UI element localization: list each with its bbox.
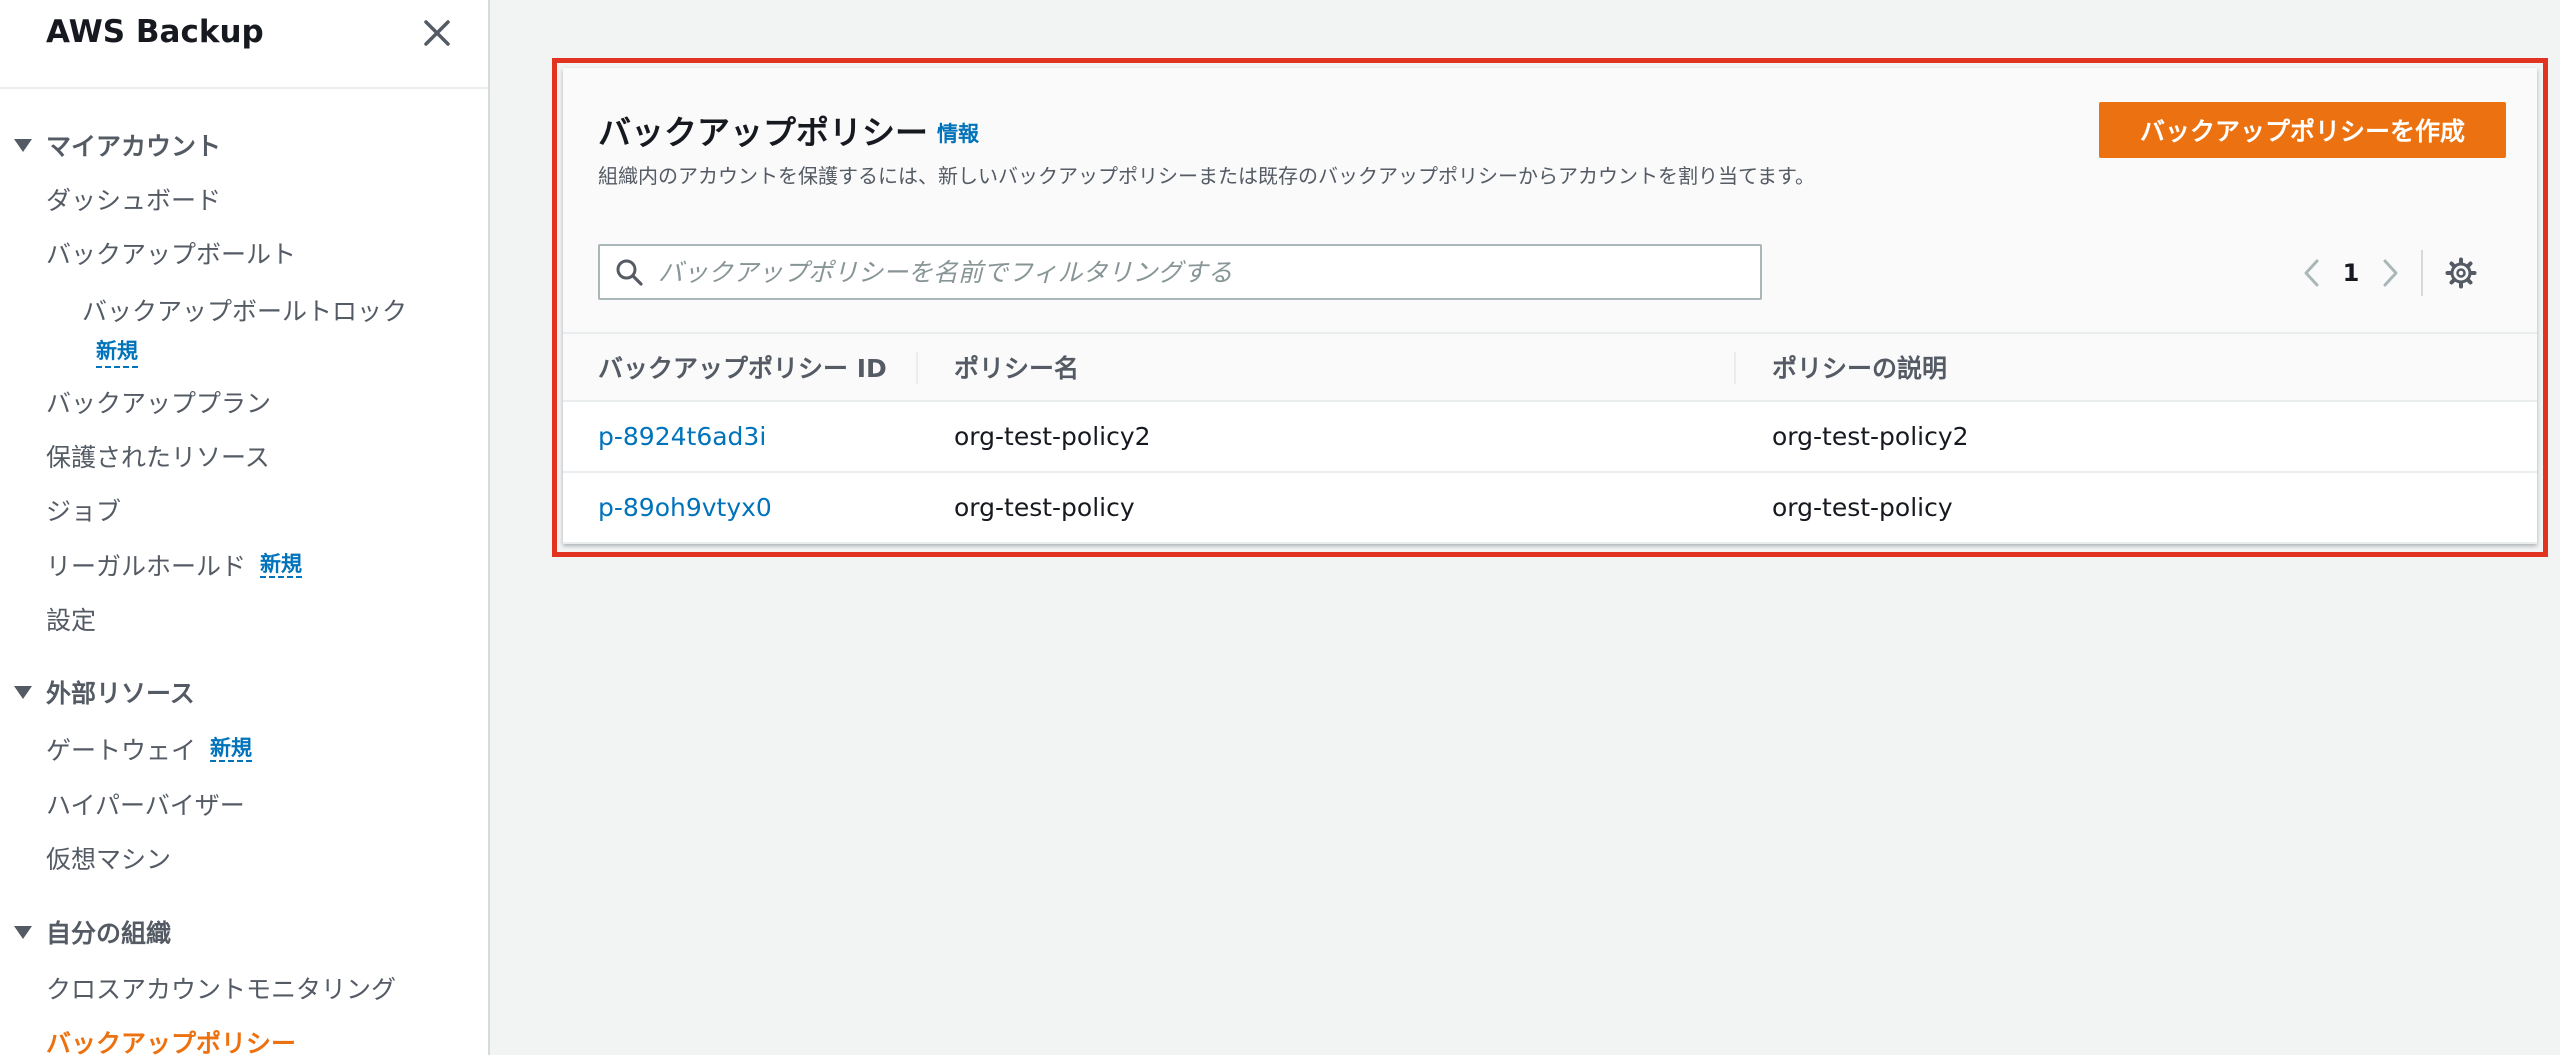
column-separator[interactable] <box>1734 352 1736 384</box>
sidebar-item-hypervisors[interactable]: ハイパーバイザー <box>46 784 245 824</box>
section-external-resources[interactable]: 外部リソース <box>14 672 195 712</box>
sidebar-item-label: 仮想マシン <box>46 845 172 874</box>
sidebar-item-gateways[interactable]: ゲートウェイ 新規 <box>46 729 253 769</box>
sidebar-item-backup-plans[interactable]: バックアッププラン <box>46 382 271 422</box>
column-separator[interactable] <box>916 352 918 384</box>
sidebar-item-label: 設定 <box>46 606 97 635</box>
sidebar-item-protected-resources[interactable]: 保護されたリソース <box>46 436 270 476</box>
pagination-divider <box>2421 250 2423 296</box>
table-row: p-89oh9vtyx0 org-test-policy org-test-po… <box>563 473 2537 544</box>
page-title: バックアップポリシー <box>598 113 928 152</box>
chevron-right-icon <box>2383 259 2398 287</box>
sidebar-item-label: リーガルホールド <box>46 552 247 581</box>
sidebar-item-label: ジョブ <box>46 497 122 526</box>
section-my-account[interactable]: マイアカウント <box>14 125 221 165</box>
pagination: 1 <box>2291 248 2481 298</box>
sidebar-item-legal-holds[interactable]: リーガルホールド 新規 <box>46 545 303 585</box>
sidebar-item-jobs[interactable]: ジョブ <box>46 490 121 530</box>
next-page-button[interactable] <box>2369 250 2411 296</box>
previous-page-button[interactable] <box>2291 250 2333 296</box>
info-link[interactable]: 情報 <box>937 118 979 148</box>
sidebar-item-backup-policies[interactable]: バックアップポリシー <box>46 1022 296 1055</box>
sidebar-item-dashboard[interactable]: ダッシュボード <box>46 179 221 219</box>
search-icon <box>616 259 643 286</box>
page-description: 組織内のアカウントを保護するには、新しいバックアップポリシーまたは既存のバックア… <box>598 164 1815 188</box>
caret-down-icon <box>14 925 32 939</box>
policy-name-cell: org-test-policy <box>954 493 1135 522</box>
sidebar-item-label: バックアップボールトロック <box>82 297 408 326</box>
sidebar-item-cross-account-monitoring[interactable]: クロスアカウントモニタリング <box>46 968 396 1008</box>
new-badge[interactable]: 新規 <box>210 736 253 763</box>
policy-name-cell: org-test-policy2 <box>954 422 1151 451</box>
sidebar-item-backup-vaults[interactable]: バックアップボールト <box>46 233 296 273</box>
column-header-policy-name[interactable]: ポリシー名 <box>954 334 1079 400</box>
create-backup-policy-button[interactable]: バックアップポリシーを作成 <box>2099 102 2506 158</box>
sidebar-item-virtual-machines[interactable]: 仮想マシン <box>46 838 171 878</box>
sidebar-header: AWS Backup <box>0 0 488 89</box>
sidebar-item-label: ハイパーバイザー <box>46 791 245 820</box>
sidebar-item-label: ゲートウェイ <box>46 736 197 765</box>
side-navigation: AWS Backup マイアカウント ダッシュボード バックアップボールト バッ… <box>0 0 490 1055</box>
policy-id-link[interactable]: p-89oh9vtyx0 <box>598 473 772 542</box>
policy-description-cell: org-test-policy <box>1772 493 1953 522</box>
section-label: マイアカウント <box>46 132 222 161</box>
current-page-number[interactable]: 1 <box>2333 259 2369 287</box>
sidebar-item-settings[interactable]: 設定 <box>46 599 96 639</box>
close-icon <box>424 20 450 46</box>
section-label: 外部リソース <box>46 679 195 708</box>
sidebar-title[interactable]: AWS Backup <box>46 14 264 50</box>
policy-id-link[interactable]: p-8924t6ad3i <box>598 402 766 471</box>
sidebar-item-label: バックアッププラン <box>46 389 272 418</box>
new-badge[interactable]: 新規 <box>96 336 138 368</box>
gear-icon <box>2445 257 2477 289</box>
panel-header: バックアップポリシー 情報 組織内のアカウントを保護するには、新しいバックアップ… <box>563 68 2537 332</box>
section-my-organization[interactable]: 自分の組織 <box>14 912 171 952</box>
sidebar-item-label: バックアップポリシー <box>46 1029 297 1055</box>
table-preferences-button[interactable] <box>2441 253 2481 293</box>
table-header: バックアップポリシー ID ポリシー名 ポリシーの説明 <box>563 332 2537 402</box>
sidebar-item-label: ダッシュボード <box>46 186 222 215</box>
sidebar-item-label: クロスアカウントモニタリング <box>46 975 397 1004</box>
close-navigation-button[interactable] <box>418 14 456 52</box>
policy-description-cell: org-test-policy2 <box>1772 422 1969 451</box>
column-header-policy-description[interactable]: ポリシーの説明 <box>1772 334 1947 400</box>
caret-down-icon <box>14 138 32 152</box>
search-field[interactable] <box>598 244 1762 300</box>
search-input[interactable] <box>658 246 1760 298</box>
section-label: 自分の組織 <box>46 919 172 948</box>
sidebar-item-label: バックアップボールト <box>46 240 297 269</box>
chevron-left-icon <box>2304 259 2319 287</box>
caret-down-icon <box>14 685 32 699</box>
column-header-policy-id[interactable]: バックアップポリシー ID <box>598 334 887 400</box>
sidebar-item-vault-lock[interactable]: バックアップボールトロック <box>82 290 407 330</box>
new-badge[interactable]: 新規 <box>260 552 303 579</box>
backup-policies-panel: バックアップポリシー 情報 組織内のアカウントを保護するには、新しいバックアップ… <box>563 68 2537 544</box>
table-row: p-8924t6ad3i org-test-policy2 org-test-p… <box>563 402 2537 473</box>
app-root: AWS Backup マイアカウント ダッシュボード バックアップボールト バッ… <box>0 0 2560 1055</box>
sidebar-item-label: 保護されたリソース <box>46 443 270 472</box>
